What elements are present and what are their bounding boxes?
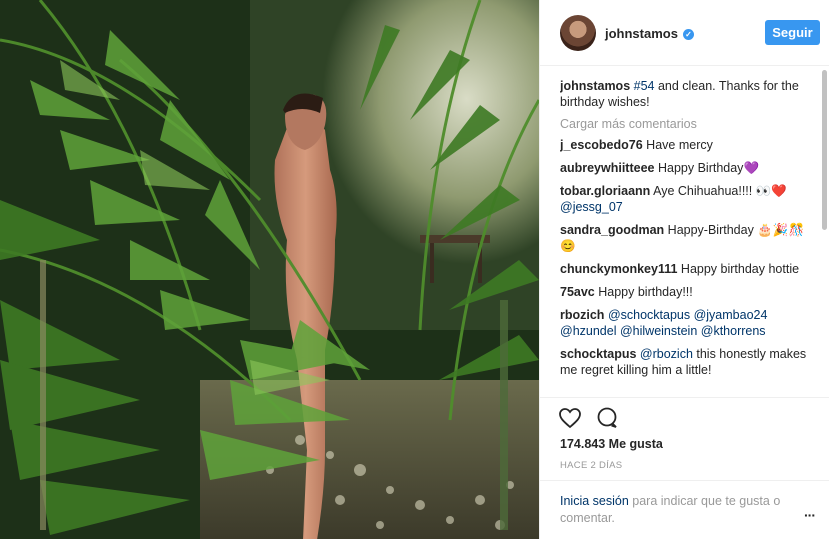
comment-text: Happy birthday!!! bbox=[598, 285, 693, 299]
comment-emoji: 👀❤️ bbox=[755, 184, 787, 198]
comment-mention[interactable]: @hzundel bbox=[560, 324, 616, 338]
more-options-icon[interactable]: ··· bbox=[804, 507, 816, 523]
comment-text: Aye Chihuahua!!!! bbox=[653, 184, 756, 198]
comment-text: Happy-Birthday bbox=[667, 223, 754, 237]
post-header: johnstamos ✓ Seguir bbox=[540, 0, 829, 66]
comment-mention[interactable]: @kthorrens bbox=[701, 324, 766, 338]
comment-text: Happy Birthday bbox=[657, 161, 744, 175]
comment-item: sandra_goodman Happy-Birthday 🎂🎉🎊😊 bbox=[560, 222, 810, 254]
caption-user[interactable]: johnstamos bbox=[560, 79, 630, 93]
comment-item: chunckymonkey111 Happy birthday hottie bbox=[560, 261, 810, 277]
verified-icon: ✓ bbox=[682, 29, 694, 40]
comment-emoji: 💜 bbox=[743, 161, 760, 175]
post-sidebar: johnstamos ✓ Seguir johnstamos #54 and cl… bbox=[539, 0, 829, 539]
comment-user[interactable]: aubreywhiitteee bbox=[560, 161, 654, 175]
comment-mention[interactable]: @hilweinstein bbox=[620, 324, 697, 338]
comment-item: aubreywhiitteee Happy Birthday💜 bbox=[560, 160, 810, 176]
comment-user[interactable]: schocktapus bbox=[560, 347, 636, 361]
instagram-post: johnstamos ✓ Seguir johnstamos #54 and cl… bbox=[0, 0, 829, 539]
comments-list: johnstamos #54 and clean. Thanks for the… bbox=[560, 78, 810, 398]
comment-item: rbozich @schocktapus @jyambao24 @hzundel… bbox=[560, 307, 810, 339]
comment-user[interactable]: chunckymonkey111 bbox=[560, 262, 677, 276]
comments-scrollbar[interactable] bbox=[822, 70, 827, 230]
header-username-text[interactable]: johnstamos bbox=[605, 26, 678, 41]
comment-icon[interactable] bbox=[595, 406, 619, 430]
login-link[interactable]: Inicia sesión bbox=[560, 494, 629, 508]
comment-user[interactable]: rbozich bbox=[560, 308, 604, 322]
comment-mention[interactable]: @jessg_07 bbox=[560, 200, 623, 214]
comment-item: schocktapus @rbozich this honestly makes… bbox=[560, 346, 810, 378]
comment-user[interactable]: 75avc bbox=[560, 285, 595, 299]
follow-button[interactable]: Seguir bbox=[765, 20, 820, 45]
comment-mention[interactable]: @rbozich bbox=[640, 347, 693, 361]
header-username[interactable]: johnstamos ✓ bbox=[605, 26, 694, 41]
post-timestamp: HACE 2 DÍAS bbox=[560, 460, 623, 471]
caption-hashtag[interactable]: #54 bbox=[634, 79, 655, 93]
post-photo[interactable] bbox=[0, 0, 539, 539]
comment-text: Happy birthday hottie bbox=[680, 262, 800, 276]
caption: johnstamos #54 and clean. Thanks for the… bbox=[560, 78, 810, 110]
photo-plants-scene bbox=[0, 0, 539, 539]
comment-item: 75avc Happy birthday!!! bbox=[560, 284, 810, 300]
comment-user[interactable]: j_escobedo76 bbox=[560, 138, 643, 152]
comment-mention[interactable]: @schocktapus bbox=[608, 308, 690, 322]
comment-user[interactable]: tobar.gloriaann bbox=[560, 184, 650, 198]
comment-mention[interactable]: @jyambao24 bbox=[694, 308, 768, 322]
avatar[interactable] bbox=[560, 15, 596, 51]
likes-count[interactable]: 174.843 Me gusta bbox=[560, 437, 663, 451]
heart-icon[interactable] bbox=[558, 406, 582, 430]
login-prompt-text: Inicia sesión para indicar que te gusta … bbox=[560, 493, 800, 527]
load-more-comments-link[interactable]: Cargar más comentarios bbox=[560, 117, 810, 131]
comment-user[interactable]: sandra_goodman bbox=[560, 223, 664, 237]
post-actions bbox=[540, 397, 829, 438]
comment-item: j_escobedo76 Have mercy bbox=[560, 137, 810, 153]
login-prompt: Inicia sesión para indicar que te gusta … bbox=[540, 480, 829, 539]
comment-item: tobar.gloriaann Aye Chihuahua!!!! 👀❤️ @j… bbox=[560, 183, 810, 215]
comment-text: Have mercy bbox=[646, 138, 713, 152]
